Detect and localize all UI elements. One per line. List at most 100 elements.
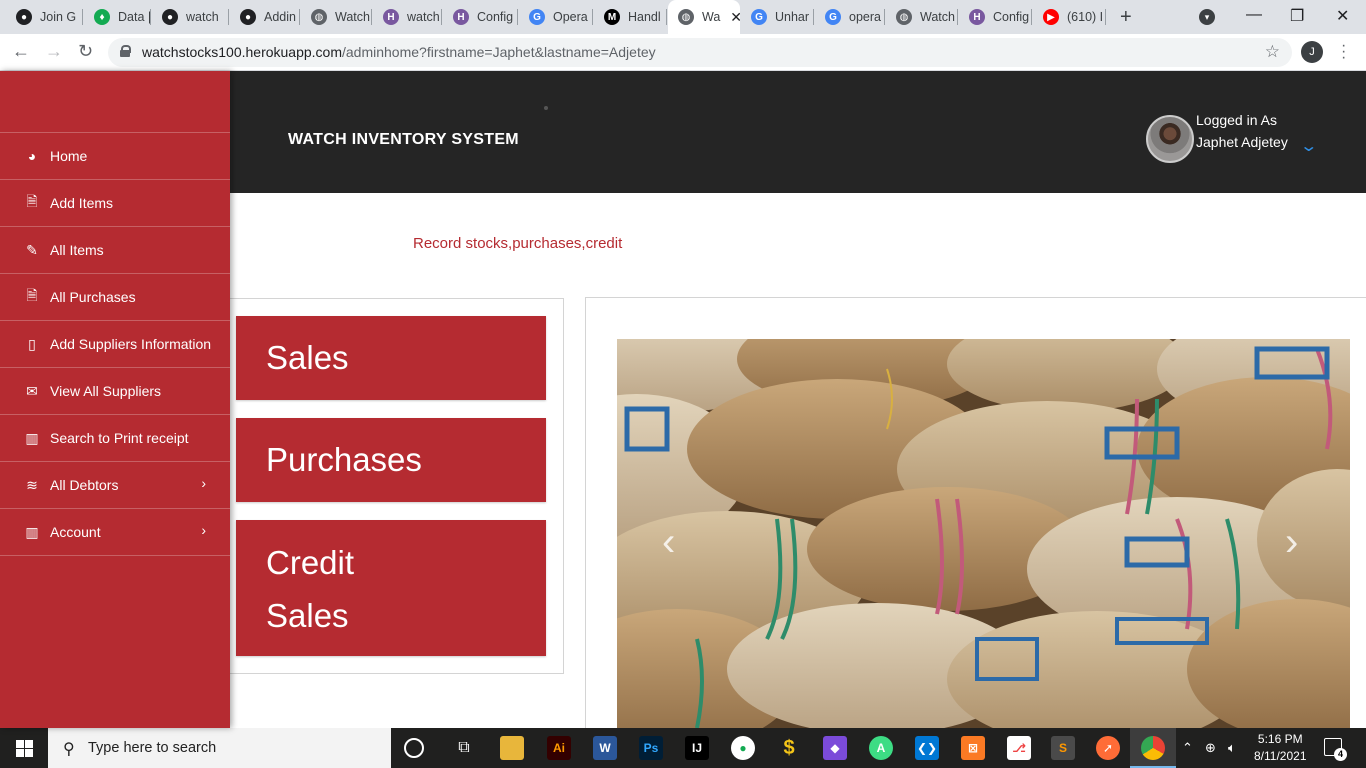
url-text[interactable]: watchstocks100.herokuapp.com/adminhome?f… — [142, 44, 656, 60]
heroku-icon: H — [383, 9, 399, 25]
tab-separator — [957, 9, 958, 25]
user-avatar[interactable] — [1146, 115, 1194, 163]
minimize-icon[interactable]: — — [1246, 6, 1262, 24]
sidebar-item-all-items[interactable]: ✎ All Items — [0, 227, 230, 274]
header-dot — [544, 106, 548, 110]
browser-tab[interactable]: M Handl — [594, 0, 667, 34]
notification-icon[interactable]: 4 — [1324, 738, 1347, 761]
system-clock[interactable]: 5:16 PM 8/11/2021 — [1254, 731, 1307, 765]
credit-sales-label-line2: Sales — [266, 597, 349, 634]
browser-tab[interactable]: H Config — [959, 0, 1032, 34]
browser-tab[interactable]: ● watch — [152, 0, 229, 34]
browser-tab[interactable]: Gopera — [815, 0, 885, 34]
browser-tab[interactable]: ◍ Watch — [301, 0, 372, 34]
git-icon[interactable]: ⎇ — [1007, 736, 1031, 760]
browser-tab-title: Unhar — [775, 10, 810, 24]
chevron-right-icon: › — [201, 522, 206, 538]
tab-separator — [371, 9, 372, 25]
intellij-icon[interactable]: IJ — [685, 736, 709, 760]
browser-tab[interactable]: Hwatch — [373, 0, 442, 34]
browser-menu-icon[interactable]: · · · — [1341, 38, 1346, 66]
pycharm-icon[interactable]: ◆ — [823, 736, 847, 760]
credit-sales-button[interactable]: Credit Sales — [236, 520, 546, 656]
sidebar-item-label: Home — [50, 148, 88, 164]
sales-button[interactable]: Sales — [236, 316, 546, 400]
close-tab-icon[interactable]: ✕ — [730, 9, 740, 26]
brand-title[interactable]: WATCH INVENTORY SYSTEM — [288, 131, 519, 149]
tab-search-icon[interactable]: ▾ — [1199, 9, 1215, 25]
browser-tab[interactable]: ▶ (610) I — [1033, 0, 1106, 34]
github-icon: ● — [16, 9, 32, 25]
document-icon: 🗎︎ — [26, 193, 38, 209]
carousel-prev-icon[interactable]: ‹ — [662, 520, 675, 565]
taskbar-search-box[interactable]: ⚲ Type here to search — [48, 728, 391, 768]
xampp-icon[interactable]: ⊠ — [961, 736, 985, 760]
url-host: watchstocks100.herokuapp.com — [142, 44, 342, 60]
browser-tab[interactable]: ● Join G — [6, 0, 83, 34]
purchases-button[interactable]: Purchases — [236, 418, 546, 502]
sidebar-item-view-all-suppliers[interactable]: ✉ View All Suppliers — [0, 368, 230, 415]
browser-tab[interactable]: H Config — [443, 0, 518, 34]
dollar-app-icon[interactable]: $ — [777, 736, 801, 760]
purchases-button-label: Purchases — [266, 441, 422, 478]
credit-sales-label-line1: Credit — [266, 544, 355, 581]
photoshop-icon[interactable]: Ps — [639, 736, 663, 760]
browser-tab[interactable]: G Opera — [519, 0, 593, 34]
pencil-icon: ✎ — [26, 241, 38, 258]
cortana-icon[interactable] — [404, 738, 424, 758]
sidebar-item-label: Add Items — [50, 195, 114, 211]
close-window-icon[interactable]: ✕ — [1336, 6, 1349, 26]
sidebar-item-search-to-print-receipt[interactable]: ▥ Search to Print receipt — [0, 415, 230, 462]
browser-tab[interactable]: G Unhar — [741, 0, 814, 34]
word-icon[interactable]: W — [593, 736, 617, 760]
browser-toolbar: ← → ↻ watchstocks100.herokuapp.com/admin… — [0, 34, 1366, 71]
new-tab-button[interactable]: + — [1120, 6, 1132, 29]
forward-icon[interactable]: → — [45, 41, 63, 62]
sublime-text-icon[interactable]: S — [1051, 736, 1075, 760]
browser-tab[interactable]: ◍ Wa ✕ — [668, 0, 740, 34]
browser-tab-title: Wa — [702, 10, 721, 24]
vscode-icon[interactable]: ❮❯ — [915, 736, 939, 760]
tray-chevron-icon[interactable]: ⌃ — [1182, 740, 1193, 756]
postman-icon[interactable]: ➚ — [1096, 736, 1120, 760]
mongodb-compass-icon[interactable]: ● — [731, 736, 755, 760]
reload-icon[interactable]: ↻ — [78, 41, 93, 62]
volume-icon[interactable]: 🔈︎ — [1228, 740, 1236, 756]
globe-icon: ◍ — [311, 9, 327, 25]
illustrator-icon[interactable]: Ai — [547, 736, 571, 760]
tab-separator — [1105, 9, 1106, 25]
user-menu-chevron-icon[interactable]: ⌄ — [1299, 136, 1318, 156]
android-studio-icon[interactable]: A — [869, 736, 893, 760]
browser-tab[interactable]: ♦ Data | — [84, 0, 151, 34]
profile-avatar[interactable]: J — [1301, 41, 1323, 63]
layers-icon: ≋ — [26, 476, 38, 493]
sidebar-item-add-suppliers-information[interactable]: ▯ Add Suppliers Information — [0, 321, 230, 368]
browser-tab[interactable]: ● Addin — [230, 0, 300, 34]
restore-icon[interactable]: ❐ — [1290, 6, 1304, 26]
browser-tab-title: Handl — [628, 10, 661, 24]
url-path: /adminhome?firstname=Japhet&lastname=Adj… — [342, 44, 656, 60]
browser-tab[interactable]: ◍ Watch — [886, 0, 958, 34]
task-view-icon[interactable]: ⧉ — [452, 736, 476, 760]
bar-chart-icon: ▥ — [25, 523, 39, 540]
chrome-icon — [1141, 736, 1165, 760]
user-name[interactable]: Japhet Adjetey — [1196, 134, 1288, 150]
sidebar-item-label: Add Suppliers Information — [50, 336, 212, 352]
back-icon[interactable]: ← — [12, 41, 30, 62]
lock-icon — [120, 45, 131, 57]
sidebar-item-all-purchases[interactable]: 🗎︎ All Purchases — [0, 274, 230, 321]
bookmark-star-icon[interactable]: ☆ — [1265, 42, 1280, 62]
sidebar-item-account[interactable]: ▥ Account › — [0, 509, 230, 556]
windows-start-icon[interactable] — [16, 740, 33, 757]
address-bar[interactable]: watchstocks100.herokuapp.com/adminhome?f… — [108, 38, 1292, 67]
carousel-next-icon[interactable]: › — [1285, 520, 1298, 565]
chrome-taskbar-button[interactable] — [1130, 728, 1176, 768]
sidebar-item-home[interactable]: ◕ Home — [0, 133, 230, 180]
sidebar-item-add-items[interactable]: 🗎︎ Add Items — [0, 180, 230, 227]
github-icon: ● — [162, 9, 178, 25]
globe-icon: ◍ — [678, 9, 694, 25]
github-icon: ● — [240, 9, 256, 25]
network-icon[interactable]: ⊕ — [1205, 740, 1216, 756]
file-explorer-icon[interactable] — [500, 736, 524, 760]
sidebar-item-all-debtors[interactable]: ≋ All Debtors › — [0, 462, 230, 509]
